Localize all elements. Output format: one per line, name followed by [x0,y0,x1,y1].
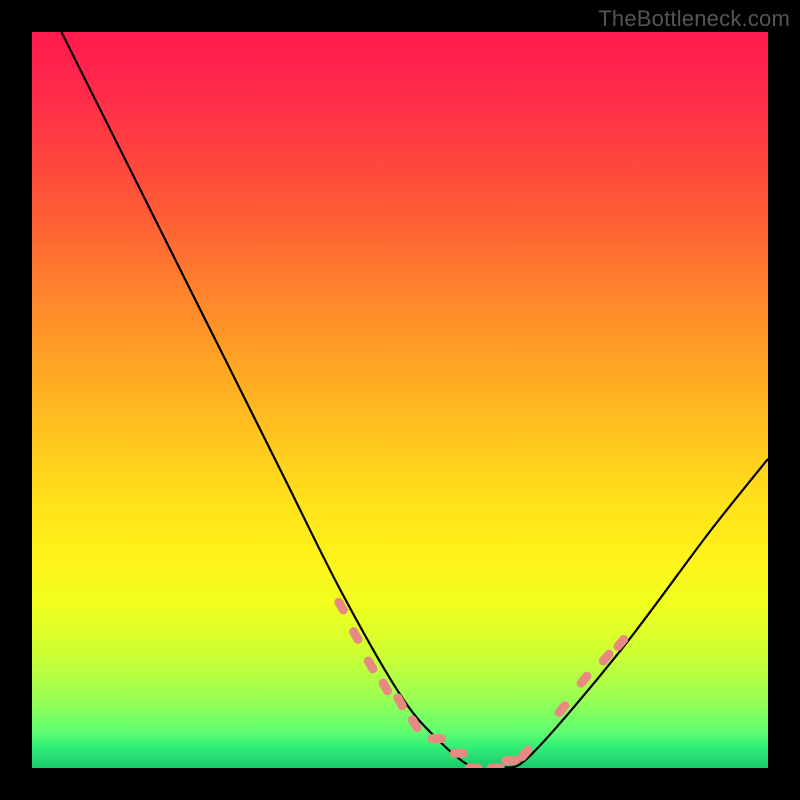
marker-dash [406,714,423,734]
marker-dash [597,648,615,668]
chart-container: TheBottleneck.com [0,0,800,800]
marker-dash [362,655,379,675]
marker-dash [450,749,468,758]
marker-dash [501,756,519,765]
watermark-text: TheBottleneck.com [598,6,790,32]
marker-dash [553,699,571,719]
marker-dash [487,764,505,769]
marker-dash [428,734,446,743]
plot-area [32,32,768,768]
chart-svg [32,32,768,768]
bottleneck-curve-line [61,32,768,768]
marker-dash [465,764,483,769]
low-bottleneck-markers [333,596,630,768]
marker-dash [333,596,350,616]
